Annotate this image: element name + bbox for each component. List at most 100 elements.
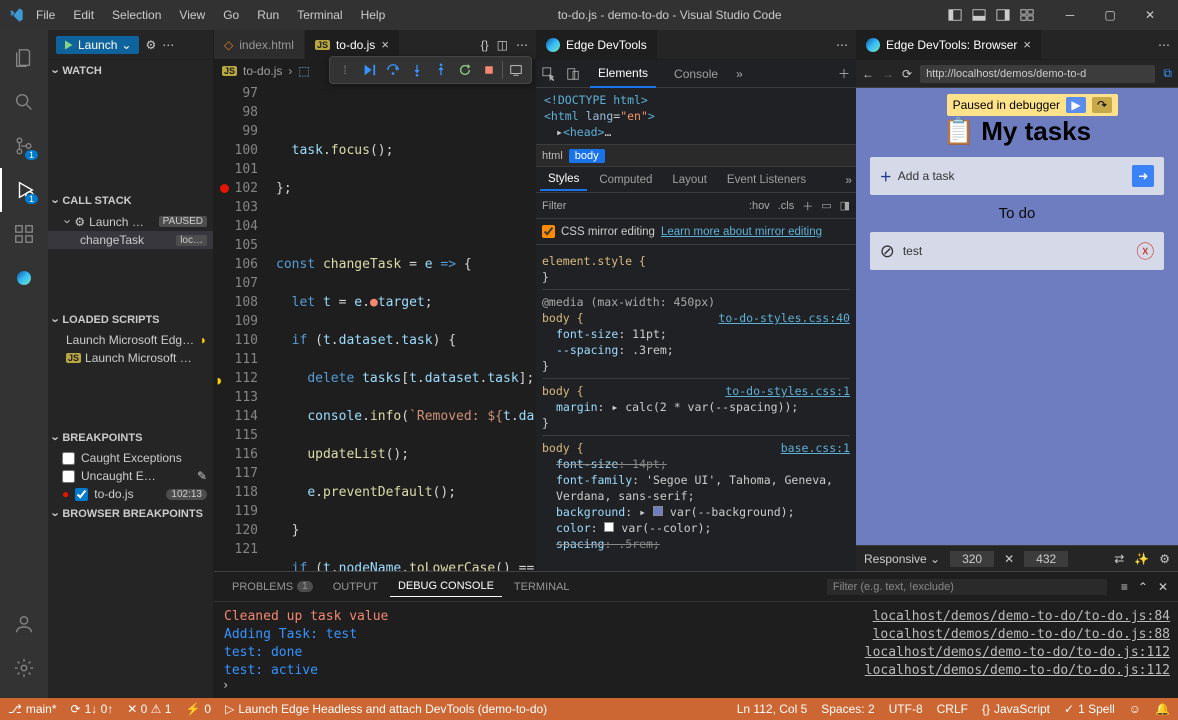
watch-section[interactable]: WATCH bbox=[48, 60, 213, 82]
src-link[interactable]: to-do-styles.css:1 bbox=[725, 383, 850, 399]
gear-icon[interactable]: ⚙ bbox=[1159, 552, 1170, 566]
resume-icon[interactable]: ▶ bbox=[1066, 97, 1086, 113]
computed-tab[interactable]: Computed bbox=[591, 170, 660, 190]
layout-tab[interactable]: Layout bbox=[664, 170, 715, 190]
screencast-icon[interactable] bbox=[505, 59, 527, 81]
check-circle-icon[interactable]: ⊘ bbox=[880, 241, 895, 262]
sb-problems[interactable]: ✕ 0 ⚠ 1 bbox=[127, 702, 171, 716]
clear-console-icon[interactable]: ≡ bbox=[1121, 580, 1128, 594]
launch-config-dropdown[interactable]: Launch ⌄ bbox=[56, 36, 139, 54]
menu-edit[interactable]: Edit bbox=[65, 4, 102, 26]
close-icon[interactable]: × bbox=[381, 37, 389, 52]
dom-breadcrumb[interactable]: html body bbox=[536, 145, 856, 167]
bp-caught-check[interactable] bbox=[62, 452, 75, 465]
expand-tabs-icon[interactable]: » bbox=[736, 67, 743, 81]
more-icon[interactable]: ⋯ bbox=[1158, 38, 1170, 52]
settings-gear-icon[interactable] bbox=[0, 646, 48, 690]
url-bar[interactable]: http://localhost/demos/demo-to-d bbox=[920, 65, 1155, 83]
loaded-scripts-section[interactable]: LOADED SCRIPTS bbox=[48, 309, 213, 331]
rotate-icon[interactable]: ⇄ bbox=[1114, 552, 1124, 566]
hov-toggle[interactable]: :hov bbox=[749, 200, 770, 212]
sb-bell-icon[interactable]: 🔔 bbox=[1155, 702, 1170, 716]
toggle-panel-icon[interactable]: ◨ bbox=[840, 199, 850, 212]
layout-primary-icon[interactable] bbox=[946, 6, 964, 24]
breakpoints-section[interactable]: BREAKPOINTS bbox=[48, 427, 213, 449]
run-debug-icon[interactable]: 1 bbox=[0, 168, 48, 212]
more-icon[interactable]: ⋯ bbox=[836, 38, 848, 52]
task-item[interactable]: ⊘ test ⓧ bbox=[870, 232, 1165, 270]
devtools-tab-console[interactable]: Console bbox=[666, 61, 726, 87]
sb-feedback-icon[interactable]: ☺ bbox=[1129, 702, 1141, 716]
bp-file-check[interactable] bbox=[75, 488, 88, 501]
menu-file[interactable]: File bbox=[28, 4, 63, 26]
console-filter-input[interactable]: Filter (e.g. text, !exclude) bbox=[827, 579, 1107, 595]
layout-customize-icon[interactable] bbox=[1018, 6, 1036, 24]
restart-icon[interactable] bbox=[454, 59, 476, 81]
submit-icon[interactable]: ➜ bbox=[1132, 165, 1154, 187]
sb-language[interactable]: {} JavaScript bbox=[982, 702, 1050, 716]
close-icon[interactable]: × bbox=[1023, 37, 1031, 52]
bp-uncaught-check[interactable] bbox=[62, 470, 75, 483]
filter-input[interactable]: Filter bbox=[542, 200, 566, 212]
cls-toggle[interactable]: .cls bbox=[778, 200, 795, 212]
loaded-script-a[interactable]: Launch Microsoft Edg…◗ bbox=[48, 331, 213, 349]
browser-page[interactable]: Paused in debugger ▶ ↷ 📋My tasks ＋ Add a… bbox=[856, 88, 1178, 545]
debug-toolbar[interactable]: ⁞ bbox=[329, 56, 532, 84]
minimize-button[interactable]: ─ bbox=[1050, 1, 1090, 29]
layout-panel-icon[interactable] bbox=[970, 6, 988, 24]
dom-tree[interactable]: <!DOCTYPE html> <html lang="en"> ▸<head>… bbox=[536, 88, 856, 145]
sb-encoding[interactable]: UTF-8 bbox=[889, 702, 923, 716]
bp-uncaught[interactable]: Uncaught E…✎ bbox=[48, 467, 213, 485]
callstack-section[interactable]: CALL STACK bbox=[48, 190, 213, 212]
add-task-input[interactable]: ＋ Add a task ➜ bbox=[870, 157, 1165, 195]
panel-tab-debug-console[interactable]: DEBUG CONSOLE bbox=[390, 576, 502, 597]
console-sources[interactable]: localhost/demos/demo-to-do/to-do.js:84 l… bbox=[848, 602, 1178, 678]
add-tab-icon[interactable]: ＋ bbox=[838, 65, 850, 82]
width-input[interactable] bbox=[950, 551, 994, 567]
search-icon[interactable] bbox=[0, 80, 48, 124]
delete-icon[interactable]: ⓧ bbox=[1136, 238, 1154, 264]
step-into-icon[interactable] bbox=[406, 59, 428, 81]
styles-tab[interactable]: Styles bbox=[540, 169, 587, 191]
panel-tab-problems[interactable]: PROBLEMS1 bbox=[224, 577, 321, 597]
sb-eol[interactable]: CRLF bbox=[937, 702, 968, 716]
edge-tools-icon[interactable] bbox=[0, 256, 48, 300]
step-out-icon[interactable] bbox=[430, 59, 452, 81]
computed-panel-icon[interactable]: ▭ bbox=[821, 199, 831, 212]
sb-spaces[interactable]: Spaces: 2 bbox=[821, 702, 874, 716]
explorer-icon[interactable] bbox=[0, 36, 48, 80]
events-tab[interactable]: Event Listeners bbox=[719, 170, 814, 190]
continue-icon[interactable] bbox=[358, 59, 380, 81]
menu-terminal[interactable]: Terminal bbox=[289, 4, 350, 26]
panel-tab-terminal[interactable]: TERMINAL bbox=[506, 577, 578, 597]
browser-bp-section[interactable]: BROWSER BREAKPOINTS bbox=[48, 503, 213, 525]
responsive-dropdown[interactable]: Responsive ⌄ bbox=[864, 552, 940, 566]
console-output[interactable]: Cleaned up task value Adding Task: test … bbox=[214, 602, 848, 678]
bp-file[interactable]: ●to-do.js102:13 bbox=[48, 485, 213, 503]
src-link[interactable]: base.css:1 bbox=[781, 440, 850, 456]
mirror-learn-link[interactable]: Learn more about mirror editing bbox=[661, 226, 822, 238]
close-button[interactable]: ✕ bbox=[1130, 1, 1170, 29]
sb-sync[interactable]: ⟳ 1↓ 0↑ bbox=[71, 702, 114, 716]
device-toggle-icon[interactable] bbox=[566, 67, 580, 81]
devtools-tab-elements[interactable]: Elements bbox=[590, 60, 656, 88]
new-style-icon[interactable]: ＋ bbox=[802, 198, 813, 214]
sb-branch[interactable]: ⎇ main* bbox=[8, 702, 57, 716]
reload-icon[interactable]: ⟳ bbox=[902, 67, 912, 81]
sb-ports[interactable]: ⚡ 0 bbox=[185, 702, 211, 716]
console-prompt[interactable]: › bbox=[214, 678, 1178, 698]
pencil-icon[interactable]: ✎ bbox=[197, 469, 207, 483]
callstack-thread[interactable]: ⚙ Launch … PAUSED bbox=[48, 212, 213, 231]
more-icon[interactable]: ⋯ bbox=[516, 38, 528, 52]
menu-selection[interactable]: Selection bbox=[104, 4, 169, 26]
breakpoint-dot-icon[interactable] bbox=[220, 184, 229, 193]
back-icon[interactable]: ← bbox=[862, 67, 874, 81]
sb-spell[interactable]: ✓ 1 Spell bbox=[1064, 702, 1115, 716]
account-icon[interactable] bbox=[0, 602, 48, 646]
maximize-button[interactable]: ▢ bbox=[1090, 1, 1130, 29]
code-content[interactable]: task.focus(); }; const changeTask = e =>… bbox=[270, 82, 536, 571]
inspect-element-icon[interactable] bbox=[542, 67, 556, 81]
src-link[interactable]: to-do-styles.css:40 bbox=[718, 310, 850, 326]
gear-icon[interactable]: ⚙ bbox=[145, 38, 156, 52]
step-over-icon[interactable]: ↷ bbox=[1092, 97, 1112, 113]
